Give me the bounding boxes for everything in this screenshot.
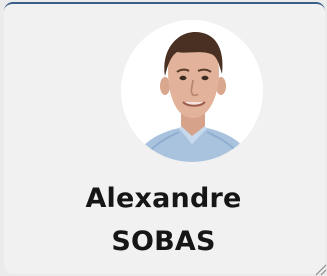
profile-last-name: SOBAS [111,226,216,257]
profile-photo-icon [121,20,263,162]
resize-handle-icon[interactable] [313,262,327,276]
avatar[interactable] [121,20,263,162]
profile-first-name: Alexandre [85,183,242,214]
profile-screen: Alexandre SOBAS [0,0,327,276]
